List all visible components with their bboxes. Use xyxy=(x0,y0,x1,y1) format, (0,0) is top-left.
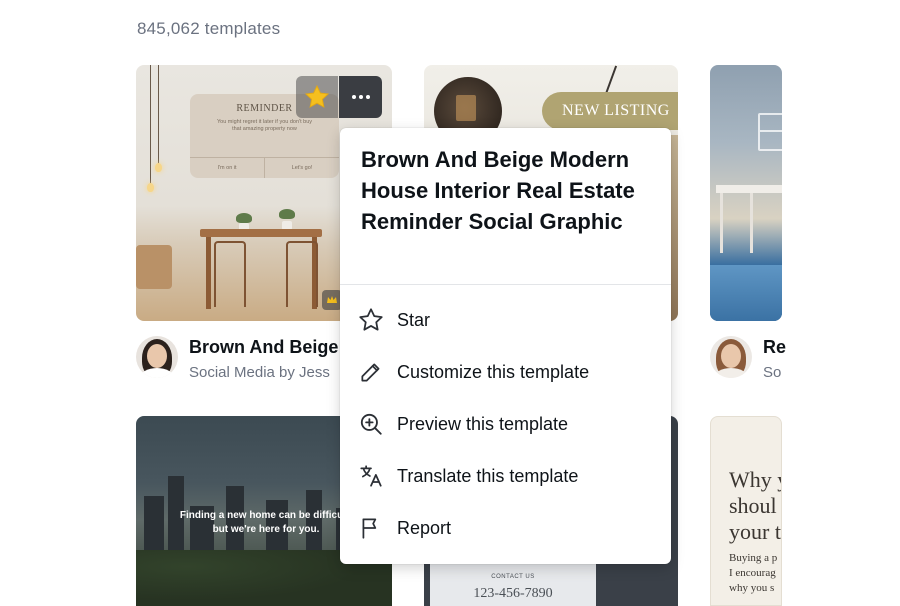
menu-item-customize[interactable]: Customize this template xyxy=(340,347,671,397)
premium-crown-icon xyxy=(322,290,342,310)
lamp-bulb xyxy=(147,183,154,192)
chair xyxy=(286,241,318,307)
template-card-3[interactable] xyxy=(710,65,782,321)
card-4-text: Finding a new home can be difficult, but… xyxy=(179,510,353,535)
card-6-body: Buying a p I encourag why you s xyxy=(729,552,778,594)
menu-item-label: Preview this template xyxy=(397,413,569,434)
reminder-body: You might regret it later if you don't b… xyxy=(216,119,312,132)
reminder-button-right: Let's go! xyxy=(291,165,313,171)
translate-icon xyxy=(356,461,386,491)
card-author[interactable]: So xyxy=(763,364,786,381)
pergola-post xyxy=(750,193,753,253)
more-dots-icon xyxy=(351,95,370,99)
decor-line xyxy=(604,65,618,95)
pencil-icon xyxy=(356,357,386,387)
plant xyxy=(236,213,252,223)
dining-table xyxy=(200,229,322,237)
basket xyxy=(136,245,172,289)
menu-item-translate[interactable]: Translate this template xyxy=(340,451,671,501)
pool xyxy=(710,265,782,321)
plant xyxy=(279,209,295,219)
menu-item-label: Star xyxy=(397,309,431,330)
star-button[interactable] xyxy=(296,76,338,118)
menu-item-preview[interactable]: Preview this template xyxy=(340,399,671,449)
more-options-button[interactable] xyxy=(339,76,382,118)
avatar xyxy=(136,336,178,378)
menu-item-report[interactable]: Report xyxy=(340,503,671,553)
chair xyxy=(214,241,246,307)
new-listing-badge: NEW LISTING xyxy=(542,92,678,130)
pergola xyxy=(716,185,782,193)
menu-title: Brown And Beige Modern House Interior Re… xyxy=(361,147,635,234)
avatar xyxy=(710,336,752,378)
template-context-menu[interactable]: Brown And Beige Modern House Interior Re… xyxy=(340,128,671,564)
card-title[interactable]: Re xyxy=(763,336,786,358)
pendant-lamp xyxy=(150,65,151,185)
star-filled-icon xyxy=(304,84,330,108)
pendant-lamp xyxy=(158,65,159,165)
zoom-in-icon xyxy=(356,409,386,439)
menu-item-star[interactable]: Star xyxy=(340,295,671,345)
template-card-6[interactable]: Why y shoul your t Buying a p I encourag… xyxy=(710,416,782,606)
menu-divider xyxy=(340,284,671,285)
menu-item-label: Customize this template xyxy=(397,361,590,382)
card-title[interactable]: Brown And Beige xyxy=(189,336,338,358)
reminder-button-left: I'm on it xyxy=(190,158,265,178)
contact-label: CONTACT US xyxy=(491,574,535,580)
card-1-meta[interactable]: Brown And Beige Social Media by Jess xyxy=(136,336,338,381)
results-count: 845,062 templates xyxy=(137,19,281,38)
menu-item-label: Translate this template xyxy=(397,465,579,486)
building-outline-icon xyxy=(758,113,782,151)
lamp-bulb xyxy=(155,163,162,172)
flag-icon xyxy=(356,513,386,543)
menu-item-label: Report xyxy=(397,517,452,538)
card-3-meta[interactable]: Re So xyxy=(710,336,786,381)
card-6-heading: Why y shoul your t xyxy=(729,467,781,544)
star-outline-icon xyxy=(356,305,386,335)
table-leg xyxy=(206,237,211,309)
pergola-post xyxy=(720,193,723,253)
card-author[interactable]: Social Media by Jess xyxy=(189,364,338,381)
